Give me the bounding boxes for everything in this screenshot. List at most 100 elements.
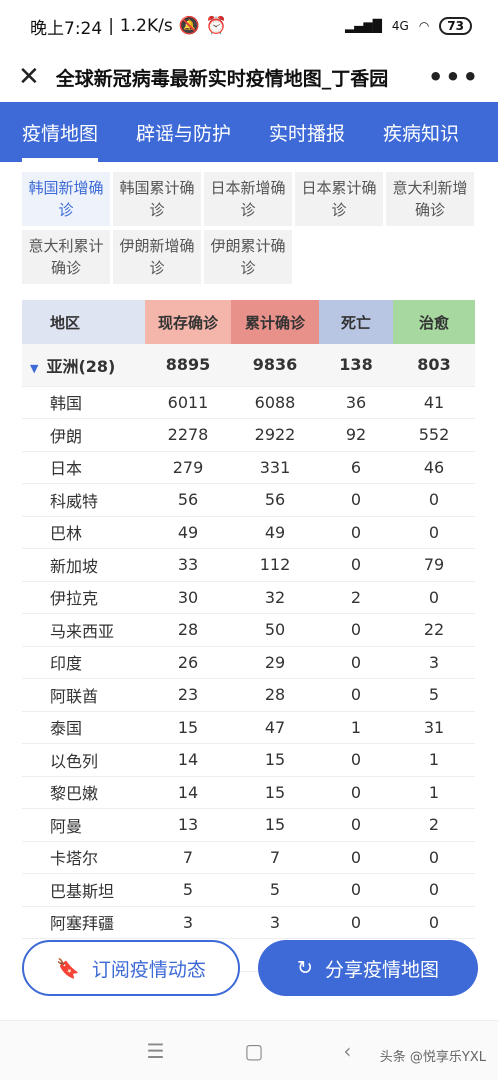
table-row[interactable]: 卡塔尔 7 7 0 0 <box>22 841 475 874</box>
cell-total: 56 <box>231 483 319 517</box>
signal-icon: ▂▄▆█ <box>344 19 382 33</box>
cell-current: 15 <box>145 711 231 744</box>
table-row[interactable]: 伊拉克 30 32 2 0 <box>22 581 475 614</box>
stats-table-container: 地区 现存确诊 累计确诊 死亡 治愈 ▼ 亚洲(28) 8895 9836 138… <box>22 300 476 972</box>
cell-cured: 0 <box>393 581 475 614</box>
watermark: 头条 @悦享乐YXL <box>379 1050 486 1065</box>
collapse-triangle-icon[interactable]: ▼ <box>30 362 38 375</box>
stats-table: 地区 现存确诊 累计确诊 死亡 治愈 ▼ 亚洲(28) 8895 9836 138… <box>22 300 475 972</box>
chip-korea-total[interactable]: 韩国累计确诊 <box>113 172 201 226</box>
tab-disease-knowledge[interactable]: 疾病知识 <box>383 102 459 162</box>
table-row[interactable]: 日本 279 331 6 46 <box>22 451 475 484</box>
table-row[interactable]: 科威特 56 56 0 0 <box>22 483 475 517</box>
group-total: 9836 <box>231 344 319 387</box>
table-row[interactable]: 黎巴嫩 14 15 0 1 <box>22 776 475 809</box>
cell-total: 49 <box>231 516 319 549</box>
cell-total: 112 <box>231 548 319 582</box>
tab-live-updates[interactable]: 实时播报 <box>269 102 345 162</box>
share-button[interactable]: ↻ 分享疫情地图 <box>258 940 478 996</box>
cell-total: 32 <box>231 581 319 614</box>
table-row[interactable]: 巴基斯坦 5 5 0 0 <box>22 873 475 907</box>
network-label: 4G <box>391 19 409 33</box>
header-cured[interactable]: 治愈 <box>393 300 475 344</box>
mute-icon: 🔕 <box>178 16 200 36</box>
cell-region: 阿联酋 <box>22 678 145 712</box>
cell-cured: 41 <box>393 386 475 419</box>
subscribe-button[interactable]: 🔖 订阅疫情动态 <box>22 940 240 996</box>
cell-total: 47 <box>231 711 319 744</box>
cell-total: 50 <box>231 613 319 647</box>
cell-dead: 6 <box>319 451 393 484</box>
cell-region: 以色列 <box>22 743 145 777</box>
table-row[interactable]: 韩国 6011 6088 36 41 <box>22 386 475 419</box>
cell-region: 巴林 <box>22 516 145 549</box>
cell-cured: 0 <box>393 483 475 517</box>
cell-region: 伊朗 <box>22 418 145 452</box>
floating-actions: 🔖 订阅疫情动态 ↻ 分享疫情地图 <box>22 940 478 996</box>
group-row-asia[interactable]: ▼ 亚洲(28) 8895 9836 138 803 <box>22 344 475 387</box>
group-current: 8895 <box>145 344 231 387</box>
cell-cured: 46 <box>393 451 475 484</box>
cell-dead: 0 <box>319 646 393 679</box>
cell-total: 7 <box>231 841 319 874</box>
cell-total: 2922 <box>231 418 319 452</box>
tab-rumors-protection[interactable]: 辟谣与防护 <box>136 102 231 162</box>
cell-dead: 0 <box>319 613 393 647</box>
chip-japan-total[interactable]: 日本累计确诊 <box>295 172 383 226</box>
nav-tabs: 疫情地图 辟谣与防护 实时播报 疾病知识 <box>0 102 498 162</box>
cell-cured: 0 <box>393 841 475 874</box>
chip-italy-new[interactable]: 意大利新增确诊 <box>386 172 474 226</box>
title-bar: ✕ 全球新冠病毒最新实时疫情地图_丁香园 ••• <box>0 52 498 102</box>
cell-cured: 0 <box>393 516 475 549</box>
header-region[interactable]: 地区 <box>22 300 145 344</box>
cell-region: 新加坡 <box>22 548 145 582</box>
cell-current: 3 <box>145 906 231 939</box>
cell-region: 阿塞拜疆 <box>22 906 145 939</box>
cell-dead: 0 <box>319 548 393 582</box>
cell-current: 13 <box>145 808 231 842</box>
cell-cured: 0 <box>393 873 475 907</box>
header-total[interactable]: 累计确诊 <box>231 300 319 344</box>
table-row[interactable]: 阿联酋 23 28 0 5 <box>22 678 475 712</box>
chip-japan-new[interactable]: 日本新增确诊 <box>204 172 292 226</box>
table-row[interactable]: 巴林 49 49 0 0 <box>22 516 475 549</box>
back-icon[interactable]: ‹ <box>343 1039 351 1063</box>
chip-korea-new[interactable]: 韩国新增确诊 <box>22 172 110 226</box>
cell-dead: 0 <box>319 483 393 517</box>
cell-total: 6088 <box>231 386 319 419</box>
header-current[interactable]: 现存确诊 <box>145 300 231 344</box>
table-row[interactable]: 新加坡 33 112 0 79 <box>22 548 475 582</box>
table-row[interactable]: 伊朗 2278 2922 92 552 <box>22 418 475 452</box>
cell-dead: 0 <box>319 808 393 842</box>
header-deaths[interactable]: 死亡 <box>319 300 393 344</box>
chip-italy-total[interactable]: 意大利累计确诊 <box>22 230 110 284</box>
cell-cured: 79 <box>393 548 475 582</box>
chip-iran-new[interactable]: 伊朗新增确诊 <box>113 230 201 284</box>
filter-chips: 韩国新增确诊 韩国累计确诊 日本新增确诊 日本累计确诊 意大利新增确诊 意大利累… <box>0 162 498 284</box>
tab-epidemic-map[interactable]: 疫情地图 <box>22 102 99 162</box>
cell-region: 日本 <box>22 451 145 484</box>
cell-region: 马来西亚 <box>22 613 145 647</box>
status-speed: 1.2K/s <box>119 16 173 36</box>
cell-dead: 0 <box>319 841 393 874</box>
cell-cured: 3 <box>393 646 475 679</box>
table-row[interactable]: 印度 26 29 0 3 <box>22 646 475 679</box>
close-icon[interactable]: ✕ <box>18 62 40 92</box>
cell-current: 6011 <box>145 386 231 419</box>
cell-total: 15 <box>231 743 319 777</box>
cell-current: 23 <box>145 678 231 712</box>
menu-icon[interactable]: ☰ <box>147 1039 165 1063</box>
chip-iran-total[interactable]: 伊朗累计确诊 <box>204 230 292 284</box>
table-row[interactable]: 泰国 15 47 1 31 <box>22 711 475 744</box>
more-menu-icon[interactable]: ••• <box>428 63 480 91</box>
cell-region: 科威特 <box>22 483 145 517</box>
table-header-row: 地区 现存确诊 累计确诊 死亡 治愈 <box>22 300 475 344</box>
table-row[interactable]: 阿塞拜疆 3 3 0 0 <box>22 906 475 939</box>
home-icon[interactable]: ▢ <box>245 1039 264 1063</box>
cell-cured: 22 <box>393 613 475 647</box>
table-row[interactable]: 以色列 14 15 0 1 <box>22 743 475 777</box>
table-row[interactable]: 阿曼 13 15 0 2 <box>22 808 475 842</box>
cell-current: 14 <box>145 743 231 777</box>
table-row[interactable]: 马来西亚 28 50 0 22 <box>22 613 475 647</box>
share-label: 分享疫情地图 <box>324 958 439 981</box>
